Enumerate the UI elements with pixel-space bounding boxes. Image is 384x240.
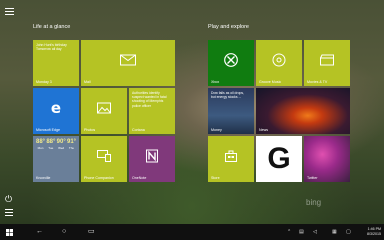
group-title-right[interactable]: Play and explore — [208, 24, 249, 30]
mail-tile-label: Mail — [84, 80, 91, 84]
calendar-event: John Hunt's birthday Tomorrow all day — [36, 43, 67, 52]
money-tile[interactable]: Dow falls as oil drops, but energy stock… — [208, 88, 254, 134]
start-left-rail: ⏻ — [0, 0, 18, 224]
all-apps-icon[interactable] — [5, 209, 14, 218]
taskbar-clock[interactable]: 1:46 PM 8/3/2015 — [367, 227, 381, 236]
photos-tile-label: Photos — [84, 128, 96, 132]
weather-day: 88° Tue — [46, 139, 56, 150]
weather-forecast: 88° Mon 88° Tue 90° Wed 91° Thu — [36, 139, 76, 150]
chevron-up-icon[interactable]: ⌃ — [287, 228, 291, 236]
get-started-tile[interactable]: G — [256, 136, 302, 182]
groove-music-tile[interactable]: Groove Music — [256, 40, 302, 86]
keyboard-icon[interactable]: ▦ — [332, 228, 337, 236]
onenote-tile[interactable]: OneNote — [129, 136, 175, 182]
movies-tv-tile[interactable]: Movies & TV — [304, 40, 350, 86]
phone-companion-tile[interactable]: Phone Companion — [81, 136, 127, 182]
windows-start-icon[interactable] — [6, 229, 13, 236]
money-tile-label: Money — [211, 128, 222, 132]
weather-tile-label: Knoxville — [36, 176, 51, 180]
clock-time: 1:46 PM — [367, 227, 381, 231]
edge-icon: e — [50, 99, 62, 118]
edge-tile-label: Microsoft Edge — [36, 128, 60, 132]
mail-icon — [120, 54, 136, 66]
onenote-tile-label: OneNote — [132, 176, 147, 180]
money-headline: Dow falls as oil drops, but energy stock… — [211, 91, 244, 100]
photos-tile[interactable]: Photos — [81, 88, 127, 134]
edge-tile[interactable]: e Microsoft Edge — [33, 88, 79, 134]
phone-companion-tile-label: Phone Companion — [84, 176, 114, 180]
network-icon[interactable]: ▤ — [299, 228, 304, 236]
twitter-tile-label: Twitter — [307, 176, 318, 180]
onenote-icon — [146, 149, 158, 163]
weather-day: 90° Wed — [56, 139, 66, 150]
photos-icon — [97, 102, 111, 114]
task-view-icon[interactable]: ▭ — [88, 228, 95, 236]
volume-icon[interactable]: ◁ — [313, 228, 317, 236]
cortana-headline: Authorities identify suspect wanted in f… — [132, 91, 167, 108]
weather-day: 91° Thu — [66, 139, 77, 150]
store-icon — [225, 150, 237, 163]
mail-tile[interactable]: Mail — [81, 40, 175, 86]
news-tile[interactable]: News — [256, 88, 350, 134]
group-title-left[interactable]: Life at a glance — [33, 24, 70, 30]
weather-tile[interactable]: 88° Mon 88° Tue 90° Wed 91° Thu Knoxville — [33, 136, 79, 182]
bing-watermark: bing — [306, 198, 322, 207]
cortana-tile-label: Cortana — [132, 128, 145, 132]
get-started-letter: G — [267, 142, 291, 175]
clock-date: 8/3/2015 — [367, 231, 381, 236]
groove-music-tile-label: Groove Music — [259, 80, 282, 84]
groove-music-icon — [272, 53, 286, 67]
news-tile-label: News — [259, 128, 268, 132]
movies-tv-tile-label: Movies & TV — [307, 80, 328, 84]
search-circle-icon[interactable]: ○ — [62, 228, 66, 236]
calendar-tile-label: Monday 3 — [36, 80, 52, 84]
calendar-tile[interactable]: John Hunt's birthday Tomorrow all day Mo… — [33, 40, 79, 86]
power-icon[interactable]: ⏻ — [5, 195, 12, 204]
xbox-tile[interactable]: Xbox — [208, 40, 254, 86]
store-tile-label: Store — [211, 176, 220, 180]
hamburger-menu-icon[interactable] — [5, 8, 14, 15]
back-arrow-icon[interactable]: ← — [36, 228, 43, 236]
xbox-icon — [224, 53, 238, 68]
movies-tv-icon — [320, 54, 334, 66]
twitter-tile[interactable]: Twitter — [304, 136, 350, 182]
notifications-icon[interactable]: ▢ — [346, 228, 351, 236]
store-tile[interactable]: Store — [208, 136, 254, 182]
phone-companion-icon — [97, 150, 111, 163]
taskbar: ← ○ ▭ ⌃ ▤ ◁ ▦ ▢ 1:46 PM 8/3/2015 — [0, 224, 384, 240]
cortana-tile[interactable]: Authorities identify suspect wanted in f… — [129, 88, 175, 134]
xbox-tile-label: Xbox — [211, 80, 220, 84]
weather-day: 88° Mon — [36, 139, 46, 150]
